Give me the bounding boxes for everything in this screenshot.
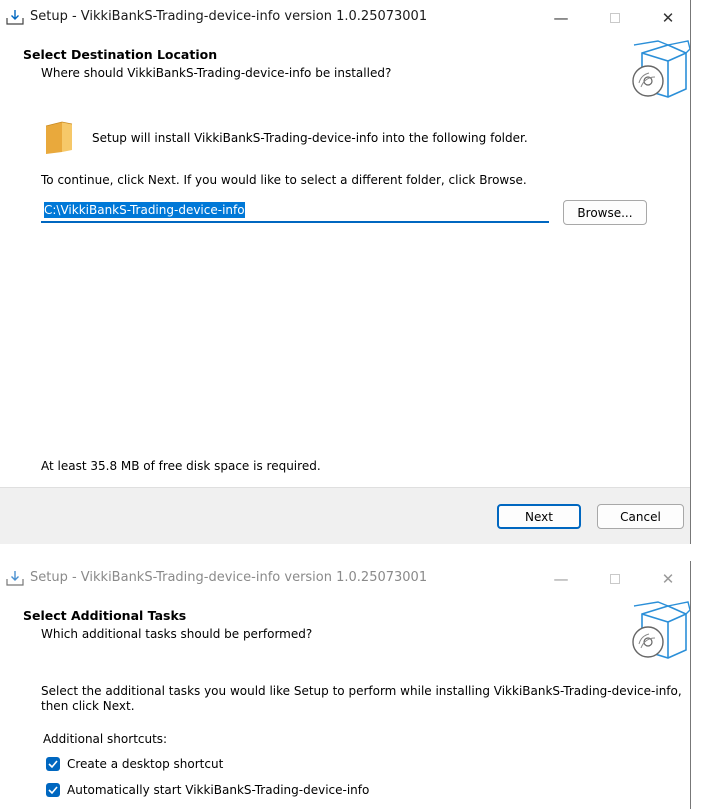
wizard-header: Select Additional Tasks Which additional… (0, 596, 690, 663)
installer-app-icon (6, 571, 24, 586)
browse-button[interactable]: Browse... (563, 200, 647, 225)
window-title: Setup - VikkiBankS-Trading-device-info v… (30, 9, 428, 24)
close-icon: ✕ (661, 569, 675, 588)
window-title: Setup - VikkiBankS-Trading-device-info v… (30, 570, 428, 585)
additional-shortcuts-label: Additional shortcuts: (43, 732, 168, 746)
wizard-header: Select Destination Location Where should… (0, 35, 690, 102)
next-button[interactable]: Next (497, 504, 581, 529)
desktop-shortcut-checkbox[interactable] (46, 757, 60, 771)
close-button[interactable]: ✕ (645, 561, 691, 596)
installer-app-icon (6, 10, 24, 25)
disk-space-text: At least 35.8 MB of free disk space is r… (41, 459, 321, 473)
page-subtitle: Which additional tasks should be perform… (41, 627, 313, 641)
desktop-shortcut-label[interactable]: Create a desktop shortcut (67, 757, 223, 771)
minimize-icon: — (553, 8, 569, 27)
setup-box-icon (632, 40, 690, 98)
maximize-icon (610, 12, 620, 23)
page-title: Select Destination Location (23, 47, 218, 62)
title-bar: Setup - VikkiBankS-Trading-device-info v… (0, 561, 690, 596)
tasks-instruction-line2: then click Next. (41, 699, 135, 713)
maximize-icon (610, 573, 620, 584)
minimize-button[interactable]: — (538, 561, 584, 596)
path-value: C:\VikkiBankS-Trading-device-info (44, 202, 245, 218)
page-subtitle: Where should VikkiBankS-Trading-device-i… (41, 66, 392, 80)
install-info-text: Setup will install VikkiBankS-Trading-de… (92, 131, 528, 145)
checkmark-icon (48, 760, 58, 769)
folder-icon (45, 121, 73, 154)
page-title: Select Additional Tasks (23, 608, 187, 623)
checkmark-icon (48, 786, 58, 795)
close-icon: ✕ (661, 8, 675, 27)
cancel-button[interactable]: Cancel (597, 504, 684, 529)
tasks-instruction-line1: Select the additional tasks you would li… (41, 684, 682, 698)
destination-path-input[interactable]: C:\VikkiBankS-Trading-device-info (41, 199, 549, 223)
setup-box-icon (632, 601, 690, 659)
minimize-button[interactable]: — (538, 0, 584, 35)
title-bar: Setup - VikkiBankS-Trading-device-info v… (0, 0, 690, 35)
minimize-icon: — (553, 569, 569, 588)
close-button[interactable]: ✕ (645, 0, 691, 35)
auto-start-checkbox[interactable] (46, 783, 60, 797)
wizard-footer: Next Cancel (0, 487, 690, 544)
maximize-button[interactable] (592, 0, 638, 35)
auto-start-label[interactable]: Automatically start VikkiBankS-Trading-d… (67, 783, 369, 797)
setup-window-destination: Setup - VikkiBankS-Trading-device-info v… (0, 0, 691, 544)
setup-window-tasks: Setup - VikkiBankS-Trading-device-info v… (0, 561, 691, 809)
maximize-button[interactable] (592, 561, 638, 596)
instruction-text: To continue, click Next. If you would li… (41, 173, 527, 187)
